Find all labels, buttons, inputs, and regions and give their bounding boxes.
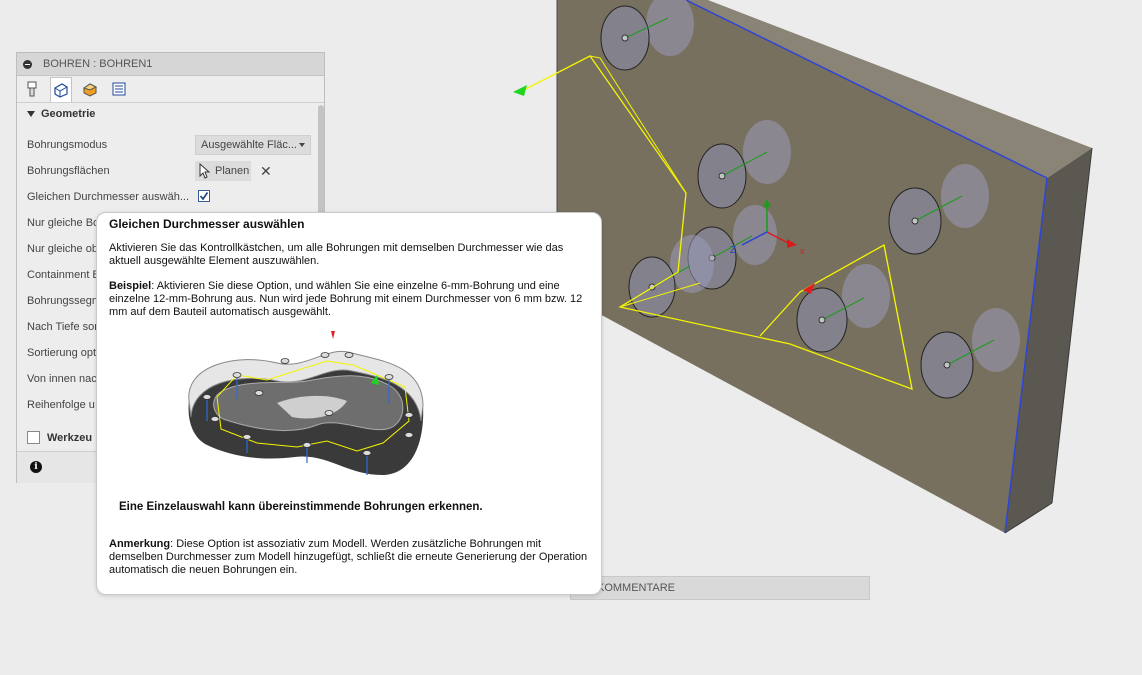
row-label: Nur gleiche ob <box>27 243 98 255</box>
tooltip-example: Beispiel: Aktivieren Sie diese Option, u… <box>109 280 589 319</box>
row-label: Von innen nac <box>27 373 97 385</box>
image-caption: Eine Einzelauswahl kann übereinstimmende… <box>119 501 483 513</box>
dropdown-arrow-icon <box>299 143 305 147</box>
group-geometry-label: Geometrie <box>41 108 96 120</box>
heights-icon <box>82 83 98 97</box>
svg-text:Z: Z <box>730 245 736 256</box>
same-diameter-checkbox[interactable] <box>198 190 210 202</box>
tooltip-note: Anmerkung: Diese Option ist assoziativ z… <box>109 538 589 577</box>
tool-icon <box>27 81 37 97</box>
tooltip-description: Aktivieren Sie das Kontrollkästchen, um … <box>109 242 564 267</box>
row-label: Containment B <box>27 269 100 281</box>
toolpath-start-marker <box>513 85 527 96</box>
plate-front-face <box>557 0 1047 533</box>
tab-cycle[interactable] <box>108 78 130 100</box>
example-part-image <box>188 331 424 475</box>
expand-triangle-icon <box>27 111 35 117</box>
clear-selection-icon[interactable]: ✕ <box>260 161 272 181</box>
geometry-icon <box>54 82 68 98</box>
group-tool[interactable]: Werkzeu <box>27 431 92 444</box>
row-label: Reihenfolge u <box>27 399 95 411</box>
note-label: Anmerkung <box>109 538 171 550</box>
panel-title: BOHREN : BOHREN1 <box>43 58 153 70</box>
row-label: Bohrungssegm <box>27 295 101 307</box>
group-tool-label: Werkzeu <box>47 431 93 444</box>
row-label: Bohrungsmodus <box>27 139 108 151</box>
row-label: Nach Tiefe sor <box>27 321 98 333</box>
svg-text:x: x <box>800 246 805 256</box>
hole-faces-selection[interactable]: Planen <box>195 161 251 181</box>
row-label: Sortierung opt <box>27 347 97 359</box>
info-icon[interactable]: i <box>30 461 42 473</box>
panel-tabs <box>17 76 324 103</box>
tab-tool[interactable] <box>21 78 43 100</box>
collapse-icon[interactable] <box>23 59 32 69</box>
row-label: Gleichen Durchmesser auswäh... <box>27 191 190 203</box>
panel-header: BOHREN : BOHREN1 <box>17 53 324 76</box>
hole-faces-value: Planen <box>215 165 250 177</box>
group-geometry[interactable]: Geometrie <box>17 103 324 125</box>
tab-geometry[interactable] <box>50 76 72 102</box>
drill-mode-value: Ausgewählte Fläc... <box>201 139 297 151</box>
checkmark-icon <box>199 192 209 201</box>
cursor-arrow-icon <box>199 163 211 179</box>
tooltip-title: Gleichen Durchmesser auswählen <box>109 217 305 231</box>
help-tooltip: Gleichen Durchmesser auswählen Aktiviere… <box>96 212 602 595</box>
tool-group-checkbox[interactable] <box>27 431 40 444</box>
cycle-icon <box>112 82 126 96</box>
row-label: Nur gleiche Bo <box>27 217 100 229</box>
note-text: : Diese Option ist assoziativ zum Modell… <box>109 538 588 576</box>
comments-bar[interactable]: KOMMENTARE <box>570 576 870 600</box>
example-label: Beispiel <box>109 280 152 292</box>
example-text: : Aktivieren Sie diese Option, und wähle… <box>109 280 583 318</box>
row-label: Bohrungsflächen <box>27 165 110 177</box>
drill-mode-select[interactable]: Ausgewählte Fläc... <box>195 135 311 155</box>
tab-heights[interactable] <box>79 78 101 100</box>
